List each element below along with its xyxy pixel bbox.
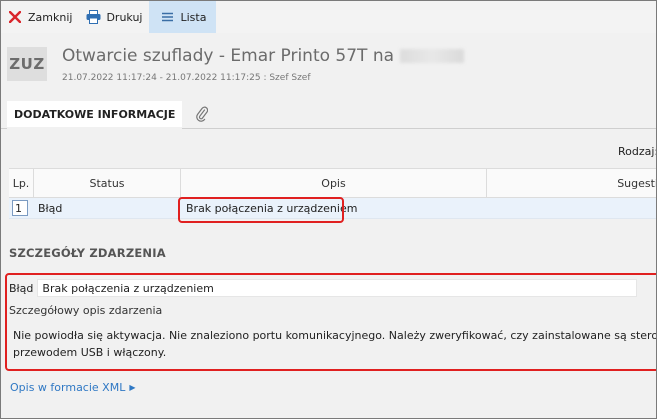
event-type-value: Brak połączenia z urządzeniem: [37, 279, 638, 297]
list-button[interactable]: Lista: [149, 1, 217, 33]
column-header-lp[interactable]: Lp.: [9, 169, 34, 197]
print-button-label: Drukuj: [106, 10, 143, 24]
highlight-annotation-opis: [178, 197, 344, 223]
cell-lp: 1: [9, 198, 34, 218]
close-button-label: Zamknij: [28, 10, 73, 24]
event-description-line-2: przewodem USB i włączony.: [13, 346, 167, 359]
column-header-status[interactable]: Status: [34, 169, 181, 197]
event-description-text: Nie powiodła się aktywacja. Nie znalezio…: [13, 327, 657, 361]
section-title-details: SZCZEGÓŁY ZDARZENIA: [9, 246, 166, 260]
printer-icon: [85, 9, 101, 25]
redacted-text: [400, 49, 465, 63]
document-subtitle: 21.07.2022 11:17:24 - 21.07.2022 11:17:2…: [62, 73, 311, 83]
rodzaj-label: Rodzaj:: [618, 145, 657, 158]
tab-attachments[interactable]: [191, 101, 213, 129]
print-button[interactable]: Drukuj: [79, 1, 149, 33]
event-type-row: Błąd Brak połączenia z urządzeniem: [9, 279, 638, 297]
event-description-label: Szczegółowy opis zdarzenia: [9, 304, 163, 317]
event-details-panel: Błąd Brak połączenia z urządzeniem Szcze…: [5, 273, 657, 371]
column-header-opis[interactable]: Opis: [181, 169, 487, 197]
close-icon: [7, 9, 23, 25]
tab-bar: DODATKOWE INFORMACJE: [1, 101, 656, 129]
event-description-line-1: Nie powiodła się aktywacja. Nie znalezio…: [13, 329, 657, 342]
document-type-badge: ZUZ: [7, 47, 47, 81]
document-header: ZUZ Otwarcie szuflady - Emar Printo 57T …: [1, 33, 656, 95]
close-button[interactable]: Zamknij: [1, 1, 79, 33]
list-button-label: Lista: [180, 10, 207, 24]
xml-description-link[interactable]: Opis w formacie XML ▶: [10, 381, 135, 394]
xml-description-link-label: Opis w formacie XML: [10, 381, 126, 394]
paperclip-icon: [196, 106, 209, 125]
page-title: Otwarcie szuflady - Emar Printo 57T na: [62, 46, 465, 66]
chevron-right-icon: ▶: [129, 383, 136, 392]
tab-additional-info[interactable]: DODATKOWE INFORMACJE: [7, 101, 183, 129]
list-icon: [159, 9, 175, 25]
window: Zamknij Drukuj Lista ZUZ Otwarcie szufla…: [0, 0, 657, 419]
page-title-text: Otwarcie szuflady - Emar Printo 57T na: [62, 46, 395, 66]
event-type-label: Błąd: [9, 281, 34, 295]
cell-sugestie: [487, 198, 656, 218]
row-number-box: 1: [12, 200, 28, 216]
table-header: Lp. Status Opis Sugesti: [9, 168, 656, 198]
cell-status: Błąd: [38, 201, 63, 215]
toolbar: Zamknij Drukuj Lista: [1, 1, 656, 33]
column-header-sugestie[interactable]: Sugesti: [487, 169, 656, 197]
